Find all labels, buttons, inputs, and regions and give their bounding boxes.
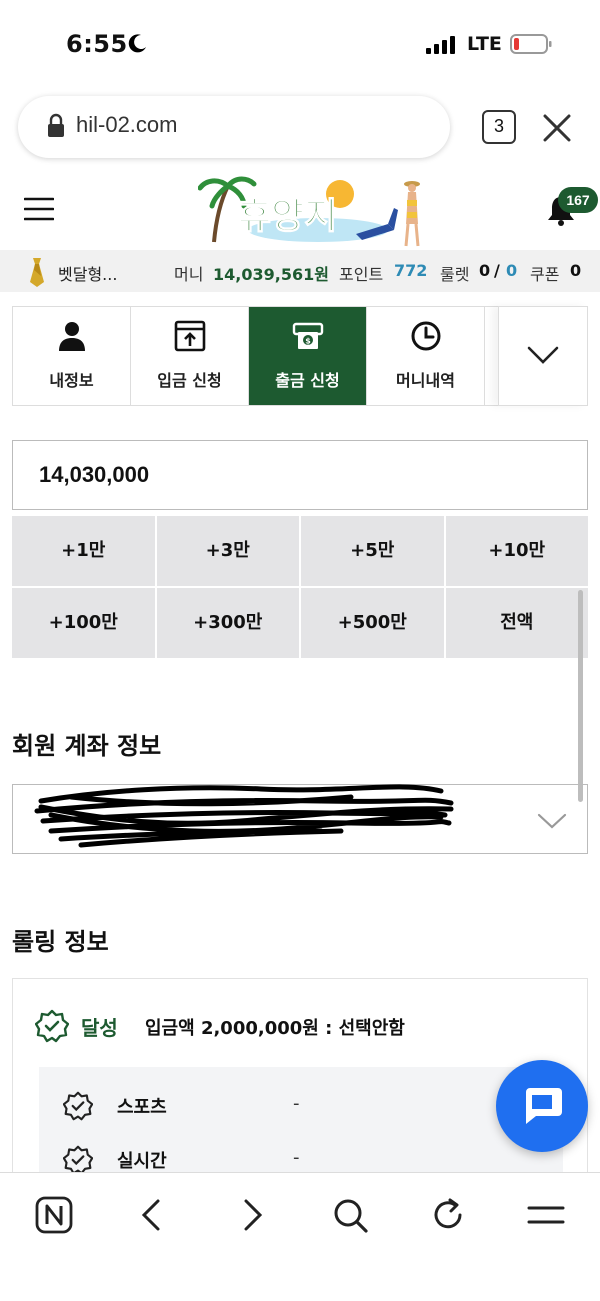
tab-label: 내정보 xyxy=(49,371,94,390)
username[interactable]: 벳달형... xyxy=(58,261,117,285)
verified-badge-icon xyxy=(63,1145,93,1175)
naver-home-icon[interactable] xyxy=(34,1195,74,1235)
rolling-row-value: - xyxy=(293,1093,300,1114)
withdraw-amount-input[interactable]: 14,030,000 xyxy=(12,440,588,510)
tab-money-history[interactable]: 머니내역 xyxy=(367,307,485,405)
nav-more-button[interactable] xyxy=(498,306,588,406)
quick-button[interactable]: +10만 xyxy=(445,516,588,586)
rolling-section-title: 롤링 정보 xyxy=(12,928,109,956)
svg-text:$: $ xyxy=(305,337,311,346)
roulette-value: 0 xyxy=(479,261,491,280)
all-amount-button[interactable]: 전액 xyxy=(445,588,588,658)
quick-button[interactable]: +3만 xyxy=(156,516,299,586)
quick-button[interactable]: +5만 xyxy=(301,516,444,586)
rolling-row-name: 실시간 xyxy=(117,1151,167,1172)
site-logo[interactable]: 휴양지 xyxy=(198,172,430,248)
quick-button[interactable]: +1만 xyxy=(12,516,155,586)
moon-icon xyxy=(128,34,146,53)
browser-toolbar xyxy=(0,1172,600,1301)
withdraw-icon: $ xyxy=(292,322,323,349)
verified-badge-icon xyxy=(63,1091,93,1121)
coupon-value: 0 xyxy=(570,261,582,280)
rolling-info-box: 달성 입금액 2,000,000원 : 선택안함 스포츠 - 실시간 - xyxy=(12,978,588,1187)
account-select[interactable] xyxy=(12,784,588,854)
live-chat-button[interactable] xyxy=(496,1060,588,1152)
notification-badge: 167 xyxy=(558,187,598,213)
rolling-deposit-text: 입금액 2,000,000원 : 선택안함 xyxy=(145,1018,405,1039)
tab-my-info[interactable]: 내정보 xyxy=(13,307,131,405)
tab-count-button[interactable]: 3 xyxy=(482,110,516,144)
roulette-value-b: 0 xyxy=(506,261,518,280)
rolling-status: 달성 xyxy=(81,1016,118,1040)
point-value: 772 xyxy=(394,261,428,280)
address-bar[interactable]: hil-02.com xyxy=(18,96,450,158)
close-icon[interactable] xyxy=(542,113,572,143)
chevron-down-icon xyxy=(537,813,567,829)
status-time: 6:55 xyxy=(66,30,128,58)
coupon-label: 쿠폰 xyxy=(530,265,560,284)
roulette-separator: / xyxy=(494,261,500,280)
user-info-bar: 벳달형... 머니 14,039,561원 포인트 772 룰렛 0 / 0 쿠… xyxy=(0,250,600,292)
logo-text: 휴양지 xyxy=(238,196,337,237)
rolling-row-value: - xyxy=(293,1147,300,1168)
deposit-icon xyxy=(174,320,205,352)
quick-button[interactable]: +100만 xyxy=(12,588,155,658)
quick-amount-buttons: +1만 +3만 +5만 +10만 +100만 +300만 +500만 전액 xyxy=(12,516,588,658)
signal-icon xyxy=(426,36,455,54)
tab-label: 머니내역 xyxy=(396,371,455,390)
rolling-row-name: 스포츠 xyxy=(117,1097,167,1118)
forward-icon[interactable] xyxy=(232,1195,272,1235)
clock-icon xyxy=(411,321,440,351)
redaction-scribble xyxy=(34,784,454,848)
chat-bubble-icon xyxy=(526,1088,562,1124)
roulette-label: 룰렛 xyxy=(440,265,470,284)
money-label: 머니 xyxy=(174,265,204,284)
user-icon xyxy=(58,322,85,351)
tab-label: 입금 신청 xyxy=(157,371,222,390)
site-header: 휴양지 167 xyxy=(0,170,600,250)
status-bar: 6:55 LTE xyxy=(0,0,600,90)
money-value: 14,039,561원 xyxy=(213,265,329,284)
tab-withdraw[interactable]: $ 출금 신청 xyxy=(249,307,367,405)
tie-icon xyxy=(30,258,44,287)
lock-icon xyxy=(48,113,64,137)
chevron-down-icon xyxy=(527,346,559,364)
verified-badge-icon xyxy=(35,1009,69,1043)
menu-icon[interactable] xyxy=(24,196,54,222)
rolling-details: 스포츠 - 실시간 - xyxy=(39,1067,563,1187)
refresh-icon[interactable] xyxy=(428,1195,468,1235)
page-scrollbar[interactable] xyxy=(578,590,583,802)
search-icon[interactable] xyxy=(330,1195,370,1235)
battery-icon xyxy=(510,34,552,54)
quick-button[interactable]: +500만 xyxy=(301,588,444,658)
point-label: 포인트 xyxy=(339,265,384,284)
account-section-title: 회원 계좌 정보 xyxy=(12,732,162,760)
tab-label: 출금 신청 xyxy=(275,371,340,390)
menu-icon[interactable] xyxy=(526,1195,566,1235)
back-icon[interactable] xyxy=(132,1195,172,1235)
quick-button[interactable]: +300만 xyxy=(156,588,299,658)
rolling-row: 스포츠 - xyxy=(39,1085,563,1125)
url-text: hil-02.com xyxy=(76,112,178,137)
carrier-label: LTE xyxy=(467,33,502,55)
tab-deposit[interactable]: 입금 신청 xyxy=(131,307,249,405)
